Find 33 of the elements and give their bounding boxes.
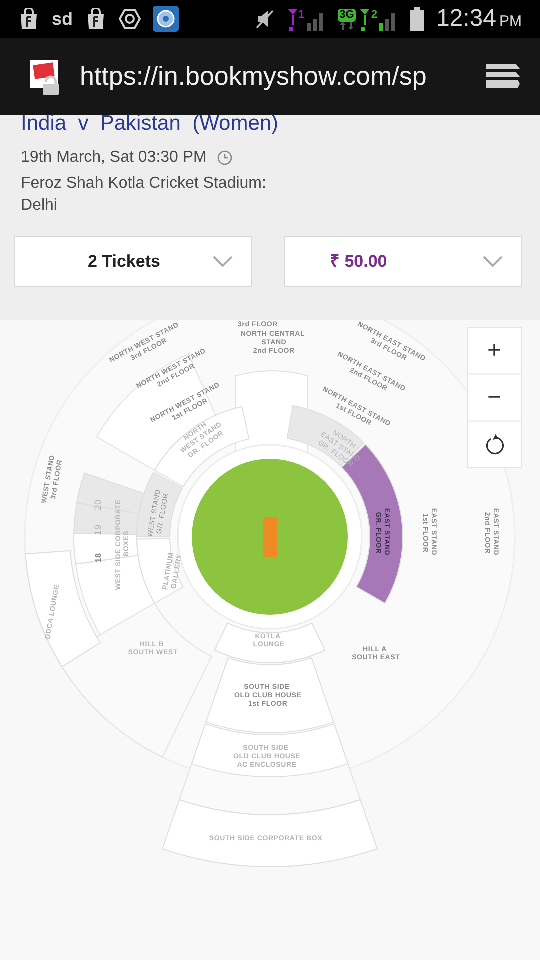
section-label: 18 <box>94 553 103 563</box>
pitch-strip <box>263 517 277 557</box>
section-label: 20 <box>93 500 104 510</box>
url-text[interactable]: https://in.bookmyshow.com/sp <box>80 57 486 96</box>
zoom-button[interactable]: + <box>468 328 521 373</box>
clock-icon <box>216 150 233 166</box>
sim-number: 1 <box>298 8 305 23</box>
tickets-dropdown[interactable]: 2 Tickets <box>14 236 252 287</box>
signal-icon <box>306 11 326 31</box>
shopping-bag-icon <box>18 8 40 30</box>
clock-time: 12:34 <box>436 7 496 31</box>
stand-section[interactable] <box>136 472 184 538</box>
reset-view-button[interactable] <box>468 422 521 467</box>
event-title: India v Pakistan (Women) <box>21 112 280 136</box>
sim-number: 2 <box>371 8 378 23</box>
zoom-button[interactable]: − <box>468 375 521 420</box>
section-label: 19 <box>93 524 104 536</box>
mute-icon <box>254 8 276 30</box>
clock-period: PM <box>500 14 522 29</box>
event-datetime: 19th March, Sat 03:30 PM <box>21 148 207 168</box>
antenna-icon <box>360 7 370 31</box>
sd-card-indicator: sd <box>52 8 74 30</box>
app-icon <box>153 6 180 32</box>
chevron-down-icon <box>483 256 503 268</box>
chevron-down-icon <box>213 256 233 268</box>
data-arrows-icon <box>338 22 355 30</box>
price-dropdown[interactable]: ₹ 50.00 <box>284 236 522 287</box>
battery-icon <box>410 7 424 31</box>
antenna-icon <box>288 7 298 31</box>
hexagon-icon <box>119 8 142 30</box>
rotate-icon <box>484 432 506 456</box>
network-type-badge: 3G <box>338 8 356 22</box>
event-venue: Feroz Shah Kotla Cricket Stadium: Delhi <box>21 174 268 216</box>
